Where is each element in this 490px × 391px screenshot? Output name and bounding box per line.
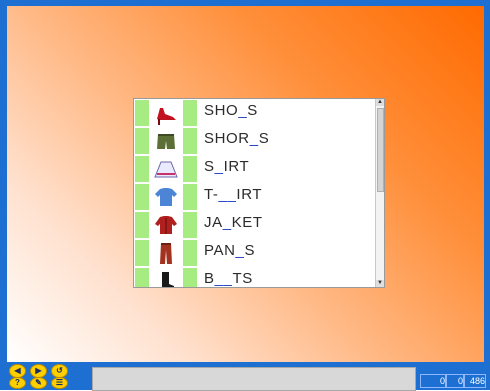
tool-icon-2[interactable]: ✎	[30, 377, 47, 389]
scroll-thumb[interactable]	[377, 108, 384, 192]
picture-tile	[135, 100, 197, 126]
status-bar	[92, 367, 416, 391]
red-heeled-shoe-icon	[157, 108, 176, 125]
picture-tile	[135, 184, 197, 210]
picture-tile	[135, 240, 197, 266]
counter-value-2: 0	[446, 374, 464, 388]
back-arrow-icon[interactable]: ◀	[9, 364, 26, 378]
word-row[interactable]: SHO_S	[134, 99, 374, 127]
shorts-icon	[157, 134, 175, 149]
score-counters: 0 0 486	[418, 364, 488, 389]
picture-tile	[135, 268, 197, 287]
word-label[interactable]: JA_KET	[204, 214, 263, 231]
word-row[interactable]: SHOR_S	[134, 127, 374, 155]
word-label[interactable]: SHOR_S	[204, 130, 269, 147]
game-stage: SHO_S SHOR_S S_IRT T-__IRT JA_KET PAN_S …	[7, 6, 484, 362]
jacket-icon	[155, 216, 177, 234]
scroll-up-icon[interactable]: ▲	[376, 99, 384, 106]
picture-tile	[135, 128, 197, 154]
tool-icon-3[interactable]: ☰	[51, 377, 68, 389]
counter-value-1: 0	[420, 374, 446, 388]
bottom-toolbar: ◀ ▶ ↺ ? ✎ ☰ 0 0 486	[0, 362, 490, 391]
word-row[interactable]: T-__IRT	[134, 183, 374, 211]
vertical-scrollbar[interactable]: ▲ ▼	[375, 99, 384, 287]
app-frame: SHO_S SHOR_S S_IRT T-__IRT JA_KET PAN_S …	[0, 0, 490, 391]
word-row[interactable]: B__TS	[134, 267, 374, 287]
picture-tile	[135, 212, 197, 238]
forward-arrow-icon[interactable]: ▶	[30, 364, 47, 378]
word-row[interactable]: PAN_S	[134, 239, 374, 267]
word-row[interactable]: JA_KET	[134, 211, 374, 239]
word-label[interactable]: SHO_S	[204, 102, 258, 119]
word-label[interactable]: PAN_S	[204, 242, 255, 259]
word-row[interactable]: S_IRT	[134, 155, 374, 183]
tool-icon-1[interactable]: ?	[9, 377, 26, 389]
word-list-panel: SHO_S SHOR_S S_IRT T-__IRT JA_KET PAN_S …	[133, 98, 385, 288]
skirt-icon	[154, 161, 178, 178]
tshirt-icon	[155, 188, 177, 206]
word-label[interactable]: T-__IRT	[204, 186, 262, 203]
counter-value-3: 486	[464, 374, 486, 388]
word-label[interactable]: S_IRT	[204, 158, 249, 175]
boots-icon	[162, 272, 174, 287]
word-label[interactable]: B__TS	[204, 270, 253, 287]
scroll-down-icon[interactable]: ▼	[376, 280, 384, 287]
pants-icon	[160, 243, 172, 264]
picture-tile	[135, 156, 197, 182]
replay-icon[interactable]: ↺	[51, 364, 68, 378]
